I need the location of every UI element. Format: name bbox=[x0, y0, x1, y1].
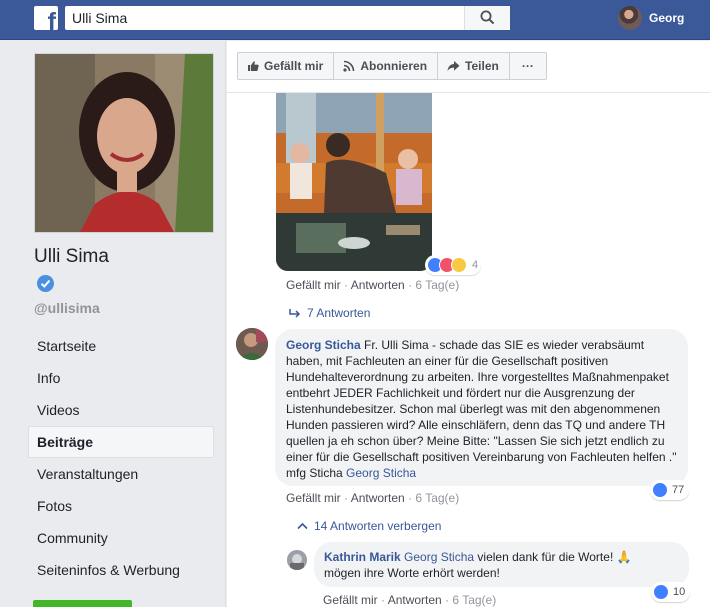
like-page-button[interactable]: Gefällt mir bbox=[238, 53, 335, 79]
like-link[interactable]: Gefällt mir bbox=[323, 593, 378, 607]
haha-reaction-icon bbox=[451, 257, 467, 273]
reply-arrow-icon bbox=[289, 309, 301, 318]
avatar bbox=[618, 6, 642, 30]
page-name[interactable]: Ulli Sima bbox=[34, 246, 109, 268]
mentioned-user[interactable]: Georg Sticha bbox=[404, 550, 474, 564]
timestamp[interactable]: 6 Tag(e) bbox=[415, 278, 459, 292]
reply-like-count[interactable]: 10 bbox=[651, 582, 691, 602]
mentioned-user[interactable]: Georg Sticha bbox=[346, 466, 416, 480]
timestamp[interactable]: 6 Tag(e) bbox=[415, 491, 459, 505]
more-options-button[interactable]: ··· bbox=[510, 53, 546, 79]
reply-text: vielen dank für die Worte! bbox=[477, 550, 614, 564]
reply-bubble: Kathrin Marik Georg Sticha vielen dank f… bbox=[314, 542, 689, 587]
reply-text-line2: mögen ihre Worte erhört werden! bbox=[324, 566, 500, 580]
more-options-icon: ··· bbox=[521, 59, 534, 73]
nav-item-videos[interactable]: Videos bbox=[28, 394, 214, 426]
user-name: Georg bbox=[649, 11, 685, 25]
nav-item-community[interactable]: Community bbox=[28, 522, 214, 554]
comment-like-number: 77 bbox=[672, 484, 685, 496]
reply-author[interactable]: Kathrin Marik bbox=[324, 550, 401, 564]
subscribe-label: Abonnieren bbox=[360, 59, 428, 73]
page-sidebar: Ulli Sima @ullisima Startseite Info Vide… bbox=[0, 41, 226, 607]
subscribe-button[interactable]: Abonnieren bbox=[334, 53, 439, 79]
avatar[interactable] bbox=[287, 550, 307, 570]
comment-photo[interactable] bbox=[276, 93, 432, 271]
comment-text: Fr. Ulli Sima - schade das SIE es wieder… bbox=[286, 338, 677, 480]
like-link[interactable]: Gefällt mir bbox=[286, 491, 341, 505]
search-icon bbox=[480, 10, 495, 25]
view-replies-link[interactable]: 7 Antworten bbox=[289, 306, 370, 320]
page-action-bar: Gefällt mir Abonnieren Teilen ··· bbox=[237, 52, 547, 80]
nav-item-fotos[interactable]: Fotos bbox=[28, 490, 214, 522]
hide-replies-label: 14 Antworten verbergen bbox=[314, 519, 442, 533]
photo-comment-actions: Gefällt mir · Antworten · 6 Tag(e) bbox=[286, 278, 460, 292]
rss-icon bbox=[343, 60, 355, 72]
timestamp[interactable]: 6 Tag(e) bbox=[452, 593, 496, 607]
comment-actions: Gefällt mir · Antworten · 6 Tag(e) bbox=[286, 491, 460, 505]
page-handle[interactable]: @ullisima bbox=[34, 300, 100, 316]
search-box bbox=[65, 6, 510, 30]
view-replies-label: 7 Antworten bbox=[307, 306, 371, 320]
hide-replies-link[interactable]: 14 Antworten verbergen bbox=[297, 519, 441, 533]
reply-like-number: 10 bbox=[673, 586, 686, 598]
like-reaction-icon bbox=[653, 584, 669, 600]
reply-actions: Gefällt mir · Antworten · 6 Tag(e) bbox=[323, 593, 497, 607]
like-reaction-icon bbox=[652, 482, 668, 498]
folded-hands-emoji: 🙏 bbox=[616, 550, 632, 564]
reaction-count: 4 bbox=[472, 259, 479, 271]
verified-badge-icon bbox=[37, 275, 54, 292]
like-link[interactable]: Gefällt mir bbox=[286, 278, 341, 292]
comment-like-count[interactable]: 77 bbox=[650, 480, 690, 500]
thumbs-up-icon bbox=[248, 61, 259, 71]
nav-item-info[interactable]: Info bbox=[28, 362, 214, 394]
top-navigation-bar: f Georg bbox=[0, 0, 710, 40]
avatar[interactable] bbox=[236, 328, 268, 360]
nav-item-veranstaltungen[interactable]: Veranstaltungen bbox=[28, 458, 214, 490]
search-button[interactable] bbox=[464, 6, 510, 30]
search-input[interactable] bbox=[65, 6, 465, 30]
reaction-summary[interactable]: 4 bbox=[425, 255, 482, 275]
main-content: Gefällt mir Abonnieren Teilen ··· 4 Gefä… bbox=[227, 41, 710, 607]
share-arrow-icon bbox=[447, 61, 460, 71]
share-label: Teilen bbox=[465, 59, 499, 73]
reply-link[interactable]: Antworten bbox=[351, 491, 405, 505]
comment-author[interactable]: Georg Sticha bbox=[286, 338, 361, 352]
comment-bubble: Georg Sticha Fr. Ulli Sima - schade das … bbox=[275, 329, 688, 486]
nav-item-seiteninfos-werbung[interactable]: Seiteninfos & Werbung bbox=[28, 554, 214, 586]
like-page-label: Gefällt mir bbox=[264, 59, 324, 73]
share-button[interactable]: Teilen bbox=[438, 53, 510, 79]
green-action-button[interactable] bbox=[33, 600, 132, 607]
user-profile-link[interactable]: Georg bbox=[618, 5, 684, 31]
facebook-logo-icon[interactable]: f bbox=[34, 6, 58, 30]
profile-picture[interactable] bbox=[34, 53, 214, 233]
nav-item-beitraege[interactable]: Beiträge bbox=[28, 426, 214, 458]
chevron-up-icon bbox=[297, 522, 308, 530]
reply-link[interactable]: Antworten bbox=[388, 593, 442, 607]
reply-link[interactable]: Antworten bbox=[351, 278, 405, 292]
page-navigation: Startseite Info Videos Beiträge Veransta… bbox=[28, 330, 214, 586]
nav-item-startseite[interactable]: Startseite bbox=[28, 330, 214, 362]
